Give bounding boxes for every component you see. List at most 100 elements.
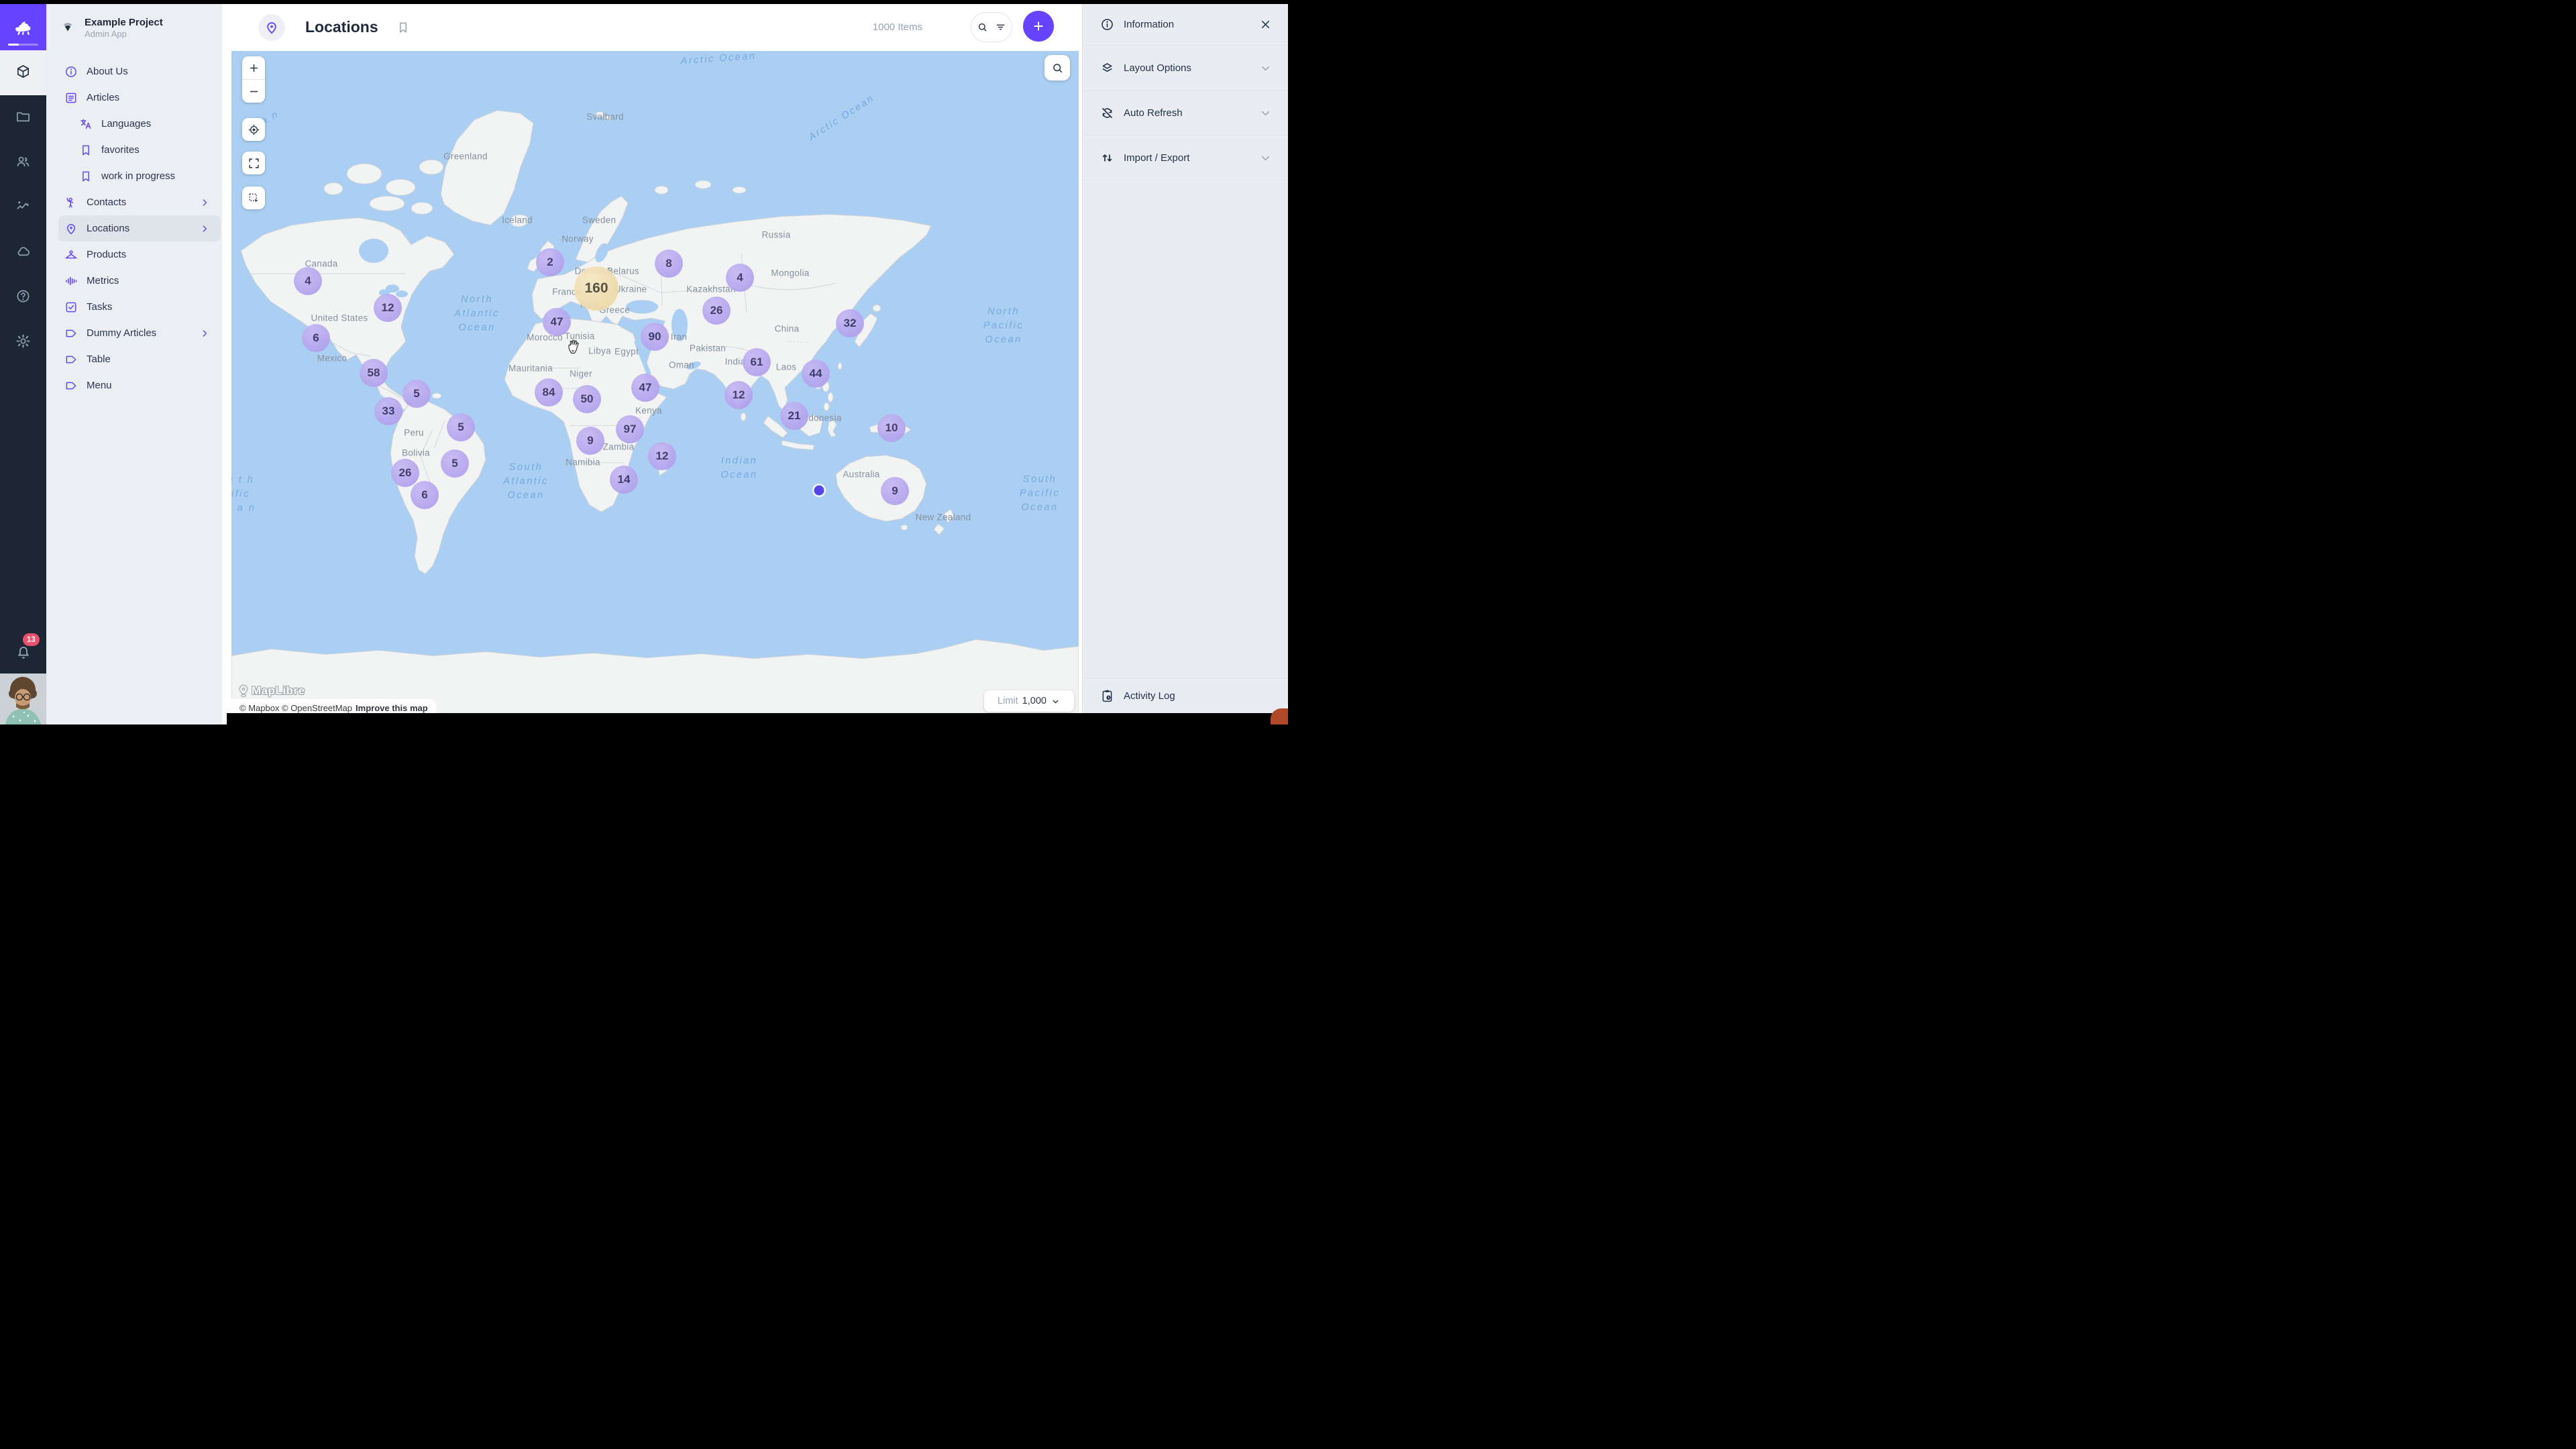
map-label-country: Iran [671, 332, 687, 342]
map-cluster[interactable]: 12 [648, 442, 676, 470]
rail-item-help[interactable] [0, 275, 46, 320]
map-label-ocean: SouthPacificOcean [1020, 473, 1060, 515]
limit-select[interactable]: Limit 1,000 [984, 690, 1074, 712]
sidebar-item-label: work in progress [101, 170, 175, 182]
map-cluster[interactable]: 9 [576, 427, 604, 455]
map-cluster[interactable]: 6 [411, 481, 439, 509]
sidebar-item-products[interactable]: Products [46, 241, 221, 268]
locate-button[interactable] [242, 118, 265, 141]
map-point-marker[interactable] [814, 486, 824, 496]
map-cluster[interactable]: 47 [543, 308, 571, 336]
bookmark-icon[interactable] [396, 21, 410, 38]
rail-item-modules[interactable] [0, 50, 46, 95]
sidebar-item-tasks[interactable]: Tasks [46, 294, 221, 320]
bell-icon [15, 645, 32, 661]
avatar[interactable] [0, 674, 46, 724]
map-label-country: Russia [761, 230, 790, 240]
map-cluster[interactable]: 84 [535, 378, 563, 407]
activity-log-button[interactable]: Activity Log [1083, 678, 1288, 713]
maplibre-watermark: MapLibre [237, 684, 305, 698]
zoom-out-button[interactable] [242, 80, 265, 103]
map-cluster[interactable]: 4 [294, 267, 322, 295]
sidebar-item-favorites[interactable]: favorites [46, 137, 221, 163]
map-cluster[interactable]: 61 [743, 348, 771, 376]
map-cluster[interactable]: 12 [374, 294, 402, 322]
chevron-down-icon[interactable] [1259, 62, 1272, 74]
sidebar-item-menu[interactable]: Menu [46, 372, 221, 398]
search-button[interactable] [977, 21, 988, 33]
panel-section-information[interactable]: Information [1083, 4, 1288, 46]
sidebar-item-label: Contacts [87, 197, 126, 208]
rail-item-files[interactable] [0, 95, 46, 140]
box-select-icon [248, 192, 260, 205]
chevron-down-icon[interactable] [1259, 152, 1272, 164]
panel-section-layout-options[interactable]: Layout Options [1083, 46, 1288, 91]
map-cluster[interactable]: 9 [881, 477, 909, 505]
app-logo[interactable] [0, 4, 46, 50]
project-switcher[interactable]: Example Project Admin App [46, 4, 222, 51]
sidebar-item-locations[interactable]: Locations [58, 215, 221, 241]
maplibre-pin-icon [237, 684, 250, 698]
map-cluster[interactable]: 8 [655, 250, 683, 278]
panel-section-auto-refresh[interactable]: Auto Refresh [1083, 91, 1288, 136]
filter-icon [995, 21, 1006, 33]
map-cluster[interactable]: 33 [374, 397, 402, 425]
map-cluster[interactable]: 21 [780, 402, 808, 430]
sidebar-item-label: Tasks [87, 301, 112, 313]
filter-button[interactable] [995, 21, 1006, 33]
improve-map-link[interactable]: Improve this map [356, 703, 428, 713]
panel-section-label: Auto Refresh [1124, 107, 1183, 119]
map-canvas[interactable]: GreenlandSvalbardIcelandSwedenNorwayRuss… [231, 51, 1079, 717]
pin-icon [264, 20, 279, 35]
map-cluster[interactable]: 97 [616, 415, 644, 443]
clipboard-clock-icon [1100, 689, 1114, 703]
fullscreen-button[interactable] [242, 152, 265, 174]
panel-section-import-export[interactable]: Import / Export [1083, 136, 1288, 180]
map-cluster[interactable]: 26 [702, 297, 731, 325]
map-cluster[interactable]: 14 [610, 466, 638, 494]
notifications-button[interactable]: 13 [0, 632, 46, 674]
map-cluster[interactable]: 47 [631, 374, 659, 402]
map-cluster[interactable]: 90 [641, 323, 669, 351]
map-label-country: Mexico [317, 354, 347, 364]
add-item-button[interactable] [1023, 11, 1054, 42]
rail-item-cloud[interactable] [0, 230, 46, 275]
map-cluster[interactable]: 2 [536, 248, 564, 276]
map-cluster[interactable]: 58 [360, 359, 388, 387]
sidebar-item-metrics[interactable]: Metrics [46, 268, 221, 294]
map-cluster[interactable]: 44 [802, 360, 830, 388]
map-cluster[interactable]: 50 [573, 385, 601, 413]
sidebar-item-work-in-progress[interactable]: work in progress [46, 163, 221, 189]
close-icon[interactable] [1259, 18, 1272, 31]
map-search-button[interactable] [1044, 55, 1070, 80]
rail-item-settings[interactable] [0, 320, 46, 365]
map-cluster[interactable]: 32 [836, 309, 864, 337]
map-cluster[interactable]: 4 [726, 264, 754, 292]
map-cluster[interactable]: 12 [724, 381, 753, 409]
sidebar-item-contacts[interactable]: Contacts [46, 189, 221, 215]
map-cluster[interactable]: 5 [447, 413, 475, 441]
map-cluster[interactable]: 160 [574, 266, 619, 311]
map-cluster[interactable]: 5 [441, 449, 469, 478]
rabbit-logo-icon [11, 15, 36, 40]
map-cluster[interactable]: 26 [391, 459, 419, 487]
sidebar-item-dummy-articles[interactable]: Dummy Articles [46, 320, 221, 346]
app-window: 13 [0, 0, 1288, 724]
page-icon-button[interactable] [258, 14, 285, 41]
map-cluster[interactable]: 5 [402, 380, 431, 408]
map-cluster[interactable]: 6 [302, 324, 330, 352]
sidebar-item-table[interactable]: Table [46, 346, 221, 372]
page-title: Locations [305, 18, 378, 36]
zoom-in-button[interactable] [242, 56, 265, 79]
map-cluster[interactable]: 10 [877, 414, 906, 442]
chevron-down-icon[interactable] [1259, 107, 1272, 119]
box-select-button[interactable] [242, 186, 265, 209]
locate-icon [248, 123, 260, 136]
sidebar-item-languages[interactable]: Languages [46, 111, 221, 137]
sidebar-item-about-us[interactable]: About Us [46, 58, 221, 85]
sidebar-item-label: Menu [87, 380, 112, 391]
collection-sidebar: Example Project Admin App About UsArticl… [46, 4, 222, 724]
sidebar-item-articles[interactable]: Articles [46, 85, 221, 111]
rail-item-users[interactable] [0, 140, 46, 185]
rail-item-insights[interactable] [0, 185, 46, 230]
